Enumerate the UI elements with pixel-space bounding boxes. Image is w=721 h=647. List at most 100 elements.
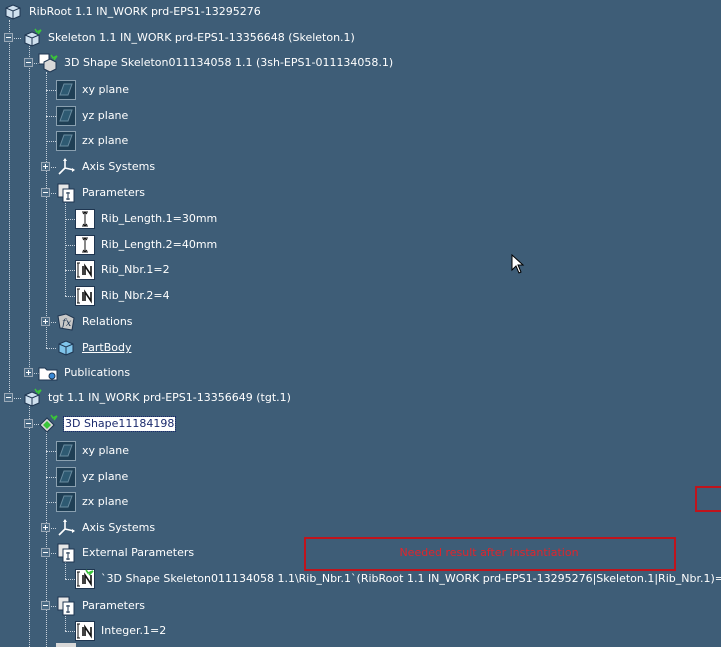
tree-node-xy-plane[interactable]: xy plane: [56, 441, 129, 461]
axis-system-icon: [56, 157, 76, 177]
tree-line: [46, 141, 56, 142]
node-label: Rib_Length.2=40mm: [101, 238, 218, 251]
tree-line: [29, 46, 30, 373]
plane-icon: [56, 131, 76, 151]
plane-icon: [56, 441, 76, 461]
product-icon: [3, 2, 23, 22]
tree-node-rib-length-1[interactable]: Rib_Length.1=30mm: [75, 209, 217, 229]
expand-toggle[interactable]: [41, 162, 50, 171]
svg-text:fx: fx: [61, 318, 72, 329]
node-label: zx plane: [82, 134, 129, 147]
external-integer-parameter-icon: [75, 569, 95, 589]
tree-node-skeleton[interactable]: Skeleton 1.1 IN_WORK prd-EPS1-13356648 (…: [22, 28, 355, 48]
tree-node-axis-systems[interactable]: Axis Systems: [56, 518, 155, 538]
tree-node-external-rib-nbr[interactable]: `3D Shape Skeleton011134058 1.1\Rib_Nbr.…: [75, 569, 721, 589]
tree-node-rib-nbr-1[interactable]: Rib_Nbr.1=2: [75, 260, 170, 280]
relations-icon: fx: [56, 312, 76, 332]
collapse-toggle[interactable]: [41, 601, 50, 610]
tree-line: [65, 561, 66, 579]
tree-line: [46, 432, 47, 647]
publications-icon: [38, 363, 58, 383]
expand-toggle[interactable]: [24, 368, 33, 377]
tree-node-zx-plane[interactable]: zx plane: [56, 131, 128, 151]
node-label: xy plane: [82, 83, 130, 96]
tree-node-relations[interactable]: fx Relations: [56, 312, 133, 332]
tree-line: [9, 20, 10, 398]
node-label: Relations: [82, 315, 133, 328]
collapse-toggle[interactable]: [4, 33, 13, 42]
tree-line: [65, 219, 75, 220]
tree-line: [65, 200, 66, 296]
node-label: Axis Systems: [82, 521, 156, 534]
node-label: `3D Shape Skeleton011134058 1.1\Rib_Nbr.…: [101, 572, 721, 585]
node-label: yz plane: [82, 109, 129, 122]
integer-parameter-icon: [75, 621, 95, 641]
tree-line: [46, 72, 47, 348]
node-label: Integer.1=2: [101, 624, 167, 637]
part-icon: [38, 53, 58, 73]
length-parameter-icon: [75, 235, 95, 255]
tree-line: [46, 451, 56, 452]
parameters-icon: [56, 596, 76, 616]
product-icon: [22, 388, 42, 408]
tree-line: [46, 116, 56, 117]
node-label: RibRoot 1.1 IN_WORK prd-EPS1-13295276: [29, 5, 261, 18]
collapse-toggle[interactable]: [4, 393, 13, 402]
node-label: Rib_Nbr.2=4: [101, 289, 170, 302]
tree-node-xy-plane[interactable]: xy plane: [56, 80, 129, 100]
tree-node-yz-plane[interactable]: yz plane: [56, 106, 128, 126]
tree-node-parameters[interactable]: Parameters: [56, 596, 145, 616]
tree-node-tgt-shape[interactable]: 3D Shape11184198: [38, 414, 177, 434]
tree-line: [46, 477, 56, 478]
shape-instance-icon: [38, 414, 58, 434]
tree-node-parameters[interactable]: Parameters: [56, 183, 145, 203]
plane-icon: [56, 106, 76, 126]
tree-node-partbody[interactable]: PartBody: [56, 338, 131, 358]
mouse-cursor-icon: [511, 253, 525, 277]
plane-icon: [56, 80, 76, 100]
tree-line: [65, 579, 75, 580]
node-label: Parameters: [82, 599, 145, 612]
tree-node-rib-length-2[interactable]: Rib_Length.2=40mm: [75, 235, 217, 255]
tree-line: [46, 90, 56, 91]
tree-node-skeleton-shape[interactable]: 3D Shape Skeleton011134058 1.1 (3sh-EPS1…: [38, 53, 393, 73]
node-label: Axis Systems: [82, 160, 156, 173]
node-label: PartBody: [82, 341, 132, 354]
tree-line: [29, 406, 30, 647]
plane-icon: [56, 492, 76, 512]
collapse-toggle[interactable]: [41, 548, 50, 557]
tree-node-axis-systems[interactable]: Axis Systems: [56, 157, 155, 177]
node-label: Rib_Nbr.1=2: [101, 263, 170, 276]
collapse-toggle[interactable]: [41, 188, 50, 197]
partial-node-icon: [56, 643, 76, 647]
integer-parameter-icon: [75, 260, 95, 280]
collapse-toggle[interactable]: [24, 58, 33, 67]
tree-line: [65, 245, 75, 246]
parameters-icon: [56, 543, 76, 563]
partbody-icon: [56, 338, 76, 358]
parameters-icon: [56, 183, 76, 203]
product-icon: [22, 28, 42, 48]
axis-system-icon: [56, 518, 76, 538]
tree-node-zx-plane[interactable]: zx plane: [56, 492, 128, 512]
tree-node-rib-nbr-2[interactable]: Rib_Nbr.2=4: [75, 286, 170, 306]
tree-node-external-parameters[interactable]: External Parameters: [56, 543, 194, 563]
node-label: 3D Shape11184198: [62, 416, 177, 432]
plane-icon: [56, 467, 76, 487]
tree-node-ribroot[interactable]: RibRoot 1.1 IN_WORK prd-EPS1-13295276: [3, 2, 261, 22]
expand-toggle[interactable]: [41, 523, 50, 532]
tree-node-yz-plane[interactable]: yz plane: [56, 467, 128, 487]
annotation-marker-box: [695, 486, 721, 512]
tree-line: [46, 348, 56, 349]
node-label: 3D Shape Skeleton011134058 1.1 (3sh-EPS1…: [64, 56, 394, 69]
node-label: Skeleton 1.1 IN_WORK prd-EPS1-13356648 (…: [48, 31, 355, 44]
collapse-toggle[interactable]: [24, 419, 33, 428]
tree-node-tgt[interactable]: tgt 1.1 IN_WORK prd-EPS1-13356649 (tgt.1…: [22, 388, 291, 408]
node-label: Parameters: [82, 186, 145, 199]
tree-node-integer-1[interactable]: Integer.1=2: [75, 621, 166, 641]
node-label: External Parameters: [82, 546, 195, 559]
tree-line: [65, 296, 75, 297]
expand-toggle[interactable]: [41, 317, 50, 326]
tree-node-publications[interactable]: Publications: [38, 363, 130, 383]
tree-line: [65, 631, 75, 632]
